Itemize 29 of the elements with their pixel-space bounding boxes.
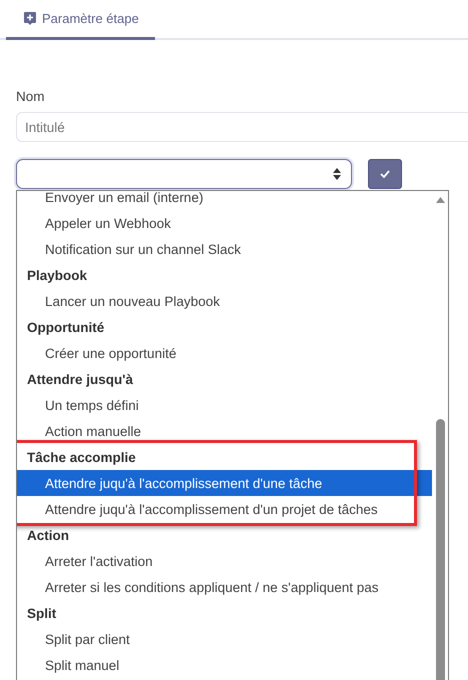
- option-group-label: Playbook: [26, 266, 88, 285]
- confirm-button[interactable]: [368, 159, 402, 189]
- plus-bubble-icon: [24, 12, 36, 25]
- scroll-up-icon[interactable]: [436, 197, 444, 203]
- dropdown-option[interactable]: Envoyer un email (interne): [17, 191, 432, 210]
- dropdown-option[interactable]: Attendre juqu'à l'accomplissement d'une tâche: [17, 470, 432, 496]
- dropdown-option[interactable]: Appeler un Webhook: [17, 210, 432, 236]
- dropdown-option[interactable]: Split manuel: [17, 652, 432, 678]
- select-field[interactable]: [16, 159, 352, 189]
- dropdown-option[interactable]: Un temps défini: [17, 392, 432, 418]
- scrollbar-thumb[interactable]: [436, 419, 444, 680]
- option-group-label: Split: [26, 604, 58, 623]
- option-group-label: Attendre jusqu'à: [26, 370, 134, 389]
- option-group-label: Tâche accomplie: [26, 448, 137, 467]
- dropdown-option[interactable]: Créer une opportunité: [17, 340, 432, 366]
- dropdown-option[interactable]: Notification sur un channel Slack: [17, 236, 432, 262]
- tab[interactable]: Paramètre étape: [6, 0, 155, 40]
- check-icon: [380, 170, 390, 178]
- dropdown-option[interactable]: Split par client: [17, 626, 432, 652]
- dropdown-option[interactable]: Action manuelle: [17, 418, 432, 444]
- input-field[interactable]: Intitulé: [16, 112, 468, 142]
- option-group-label: Action: [26, 526, 70, 544]
- dropdown-option[interactable]: Arreter l'activation: [17, 548, 432, 574]
- dropdown-option[interactable]: Arreter si les conditions appliquent / ne s'appliquent pas: [17, 574, 432, 600]
- field-label: Nom: [16, 89, 46, 104]
- dropdown-option[interactable]: Lancer un nouveau Playbook: [17, 288, 432, 314]
- sort-arrows-icon: [333, 168, 341, 180]
- option-group-label: Opportunité: [26, 318, 106, 337]
- dropdown-option[interactable]: Attendre juqu'à l'accomplissement d'un projet de tâches: [17, 496, 432, 522]
